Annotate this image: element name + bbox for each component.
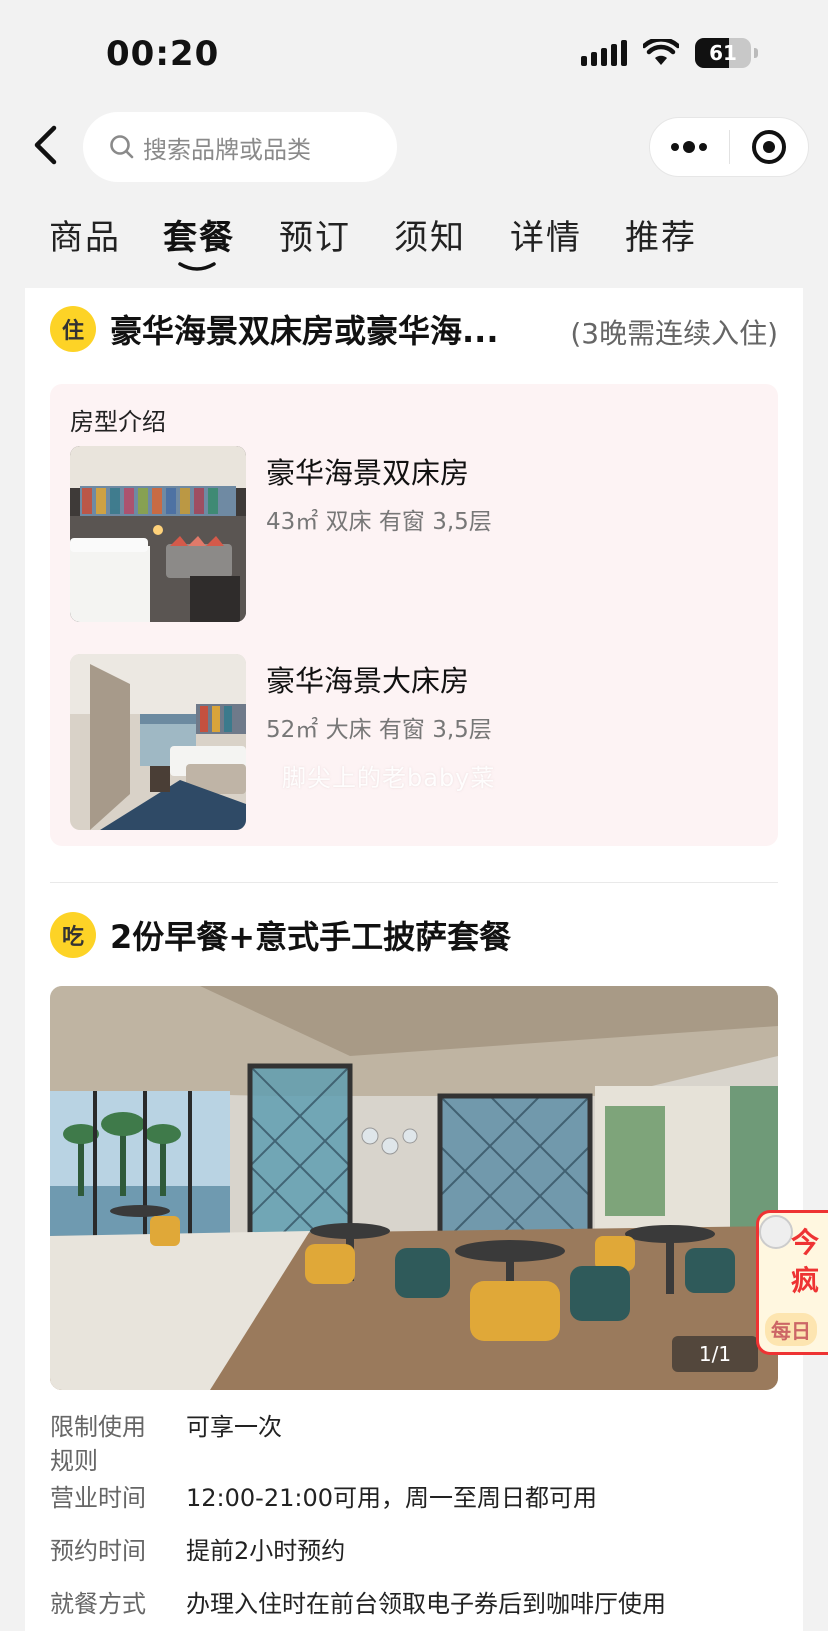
promo-widget[interactable]: 今 疯 每日 bbox=[756, 1210, 828, 1355]
stay-section-header: 住 豪华海景双床房或豪华海... bbox=[50, 306, 498, 352]
room-thumbnail[interactable] bbox=[70, 654, 246, 830]
promo-text: 今 bbox=[791, 1226, 820, 1259]
room-item[interactable]: 豪华海景大床房 52㎡ 大床 有窗 3,5层 bbox=[70, 654, 750, 830]
tab-details[interactable]: 详情 bbox=[510, 210, 582, 259]
section-divider bbox=[50, 882, 778, 883]
rule-label: 就餐方式 bbox=[50, 1590, 146, 1618]
stay-section-note: (3晚需连续入住) bbox=[570, 317, 778, 350]
top-nav: 搜索品牌或品类 bbox=[0, 110, 828, 182]
search-placeholder: 搜索品牌或品类 bbox=[143, 135, 311, 164]
mascot-icon bbox=[759, 1215, 793, 1249]
watermark: 脚尖上的老baby菜 bbox=[282, 764, 496, 792]
room-name: 豪华海景双床房 bbox=[266, 456, 470, 490]
battery-level: 61 bbox=[709, 41, 737, 65]
room-specs: 43㎡ 双床 有窗 3,5层 bbox=[266, 509, 492, 535]
rule-value: 办理入住时在前台领取电子券后到咖啡厅使用 bbox=[186, 1590, 666, 1618]
room-name: 豪华海景大床房 bbox=[266, 664, 470, 698]
promo-tag: 每日 bbox=[765, 1313, 817, 1346]
package-card: 住 豪华海景双床房或豪华海... (3晚需连续入住) 房型介绍 豪华海景双床房 … bbox=[25, 288, 803, 1631]
tab-notice[interactable]: 须知 bbox=[394, 210, 466, 259]
promo-text: 疯 bbox=[791, 1264, 820, 1297]
rule-row: 限制使用规则 可享一次 bbox=[50, 1410, 778, 1480]
rule-value: 可享一次 bbox=[186, 1413, 282, 1441]
status-bar: 00:20 61 bbox=[0, 0, 828, 110]
rule-value: 提前2小时预约 bbox=[186, 1537, 346, 1565]
more-button[interactable] bbox=[650, 118, 729, 176]
stay-section-title: 豪华海景双床房或豪华海... bbox=[110, 312, 499, 350]
more-icon bbox=[671, 141, 708, 153]
battery-tip bbox=[754, 48, 758, 58]
photo-counter: 1/1 bbox=[672, 1336, 758, 1372]
tab-recommend[interactable]: 推荐 bbox=[625, 210, 697, 259]
room-specs: 52㎡ 大床 有窗 3,5层 bbox=[266, 717, 492, 743]
rule-label: 限制使用规则 bbox=[50, 1413, 146, 1475]
dining-section-title: 2份早餐+意式手工披萨套餐 bbox=[110, 918, 512, 956]
search-icon bbox=[110, 135, 134, 159]
status-icons: 61 bbox=[581, 38, 758, 68]
room-item[interactable]: 豪华海景双床房 43㎡ 双床 有窗 3,5层 bbox=[70, 446, 750, 622]
rule-value: 12:00-21:00可用，周一至周日都可用 bbox=[186, 1484, 597, 1512]
room-intro-box: 房型介绍 豪华海景双床房 43㎡ 双床 有窗 3,5层 豪华海景大床房 52㎡ … bbox=[50, 384, 778, 846]
rule-row: 预约时间 提前2小时预约 bbox=[50, 1534, 778, 1570]
rule-row: 就餐方式 办理入住时在前台领取电子券后到咖啡厅使用 bbox=[50, 1587, 778, 1623]
tab-booking[interactable]: 预订 bbox=[279, 210, 351, 259]
tab-products[interactable]: 商品 bbox=[49, 210, 121, 259]
mini-program-capsule bbox=[649, 117, 809, 177]
status-time: 00:20 bbox=[106, 34, 220, 74]
stay-badge: 住 bbox=[50, 306, 96, 352]
dining-section-header: 吃 2份早餐+意式手工披萨套餐 bbox=[50, 912, 511, 958]
tab-bar: 商品 套餐 预订 须知 详情 推荐 bbox=[0, 210, 828, 276]
room-thumbnail[interactable] bbox=[70, 446, 246, 622]
restaurant-photo[interactable]: 1/1 bbox=[50, 986, 778, 1390]
active-tab-indicator bbox=[178, 262, 216, 271]
battery-icon: 61 bbox=[695, 38, 751, 68]
room-intro-title: 房型介绍 bbox=[70, 408, 166, 436]
rule-row: 营业时间 12:00-21:00可用，周一至周日都可用 bbox=[50, 1481, 778, 1517]
back-icon bbox=[34, 125, 57, 165]
dining-badge: 吃 bbox=[50, 912, 96, 958]
search-input[interactable]: 搜索品牌或品类 bbox=[83, 112, 397, 182]
back-button[interactable] bbox=[22, 122, 68, 168]
rule-label: 预约时间 bbox=[50, 1537, 146, 1565]
target-icon bbox=[751, 130, 786, 164]
wifi-icon bbox=[643, 39, 679, 65]
signal-icon bbox=[581, 40, 627, 66]
tab-packages[interactable]: 套餐 bbox=[163, 210, 235, 259]
rule-label: 营业时间 bbox=[50, 1484, 146, 1512]
close-mini-program-button[interactable] bbox=[730, 118, 809, 176]
